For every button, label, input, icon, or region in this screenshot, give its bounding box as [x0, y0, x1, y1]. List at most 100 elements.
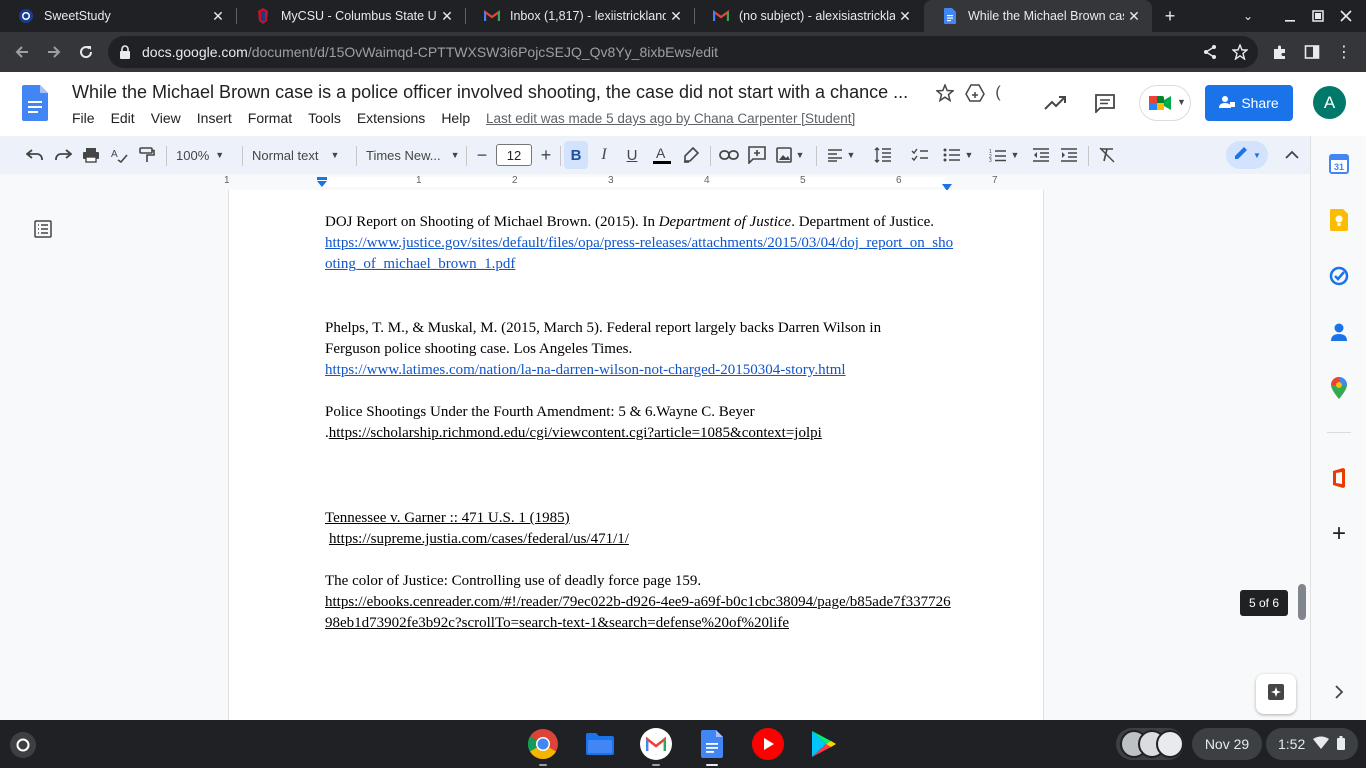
chrome-app-icon[interactable]	[527, 728, 559, 760]
spellcheck-icon[interactable]: A	[106, 141, 132, 169]
italic-button[interactable]: I	[592, 141, 616, 169]
google-tasks-icon[interactable]	[1327, 264, 1351, 288]
google-docs-app-icon[interactable]	[696, 728, 728, 760]
date-tray[interactable]: Nov 29	[1192, 728, 1262, 760]
tab-sweetstudy[interactable]: SweetStudy ✕	[0, 0, 236, 32]
document-outline-icon[interactable]	[34, 220, 52, 243]
redo-icon[interactable]	[50, 141, 76, 169]
youtube-app-icon[interactable]	[752, 728, 784, 760]
tab-google-doc[interactable]: While the Michael Brown case ✕	[924, 0, 1152, 32]
reference-case-title[interactable]: Tennessee v. Garner :: 471 U.S. 1 (1985)	[325, 510, 570, 526]
tab-search-chevron-icon[interactable]: ⌄	[1234, 0, 1262, 32]
tab-gmail-inbox[interactable]: Inbox (1,817) - lexiistrickland@ ✕	[466, 0, 694, 32]
clear-formatting-icon[interactable]	[1094, 141, 1120, 169]
holding-space-previews[interactable]	[1116, 728, 1184, 760]
decrease-font-size-button[interactable]: −	[472, 141, 492, 169]
side-panel-icon[interactable]	[1298, 38, 1326, 66]
menu-help[interactable]: Help	[441, 110, 470, 126]
share-page-icon[interactable]	[1196, 38, 1224, 66]
google-keep-icon[interactable]	[1327, 208, 1351, 232]
insert-link-icon[interactable]	[716, 141, 742, 169]
new-tab-button[interactable]: +	[1156, 0, 1184, 32]
reload-icon[interactable]	[72, 38, 100, 66]
menu-tools[interactable]: Tools	[308, 110, 341, 126]
last-edit-link[interactable]: Last edit was made 5 days ago by Chana C…	[486, 111, 855, 126]
star-icon[interactable]	[934, 82, 956, 104]
menu-extensions[interactable]: Extensions	[357, 110, 425, 126]
line-spacing-icon[interactable]	[870, 141, 896, 169]
highlight-pen-icon[interactable]	[678, 141, 704, 169]
tab-mycsu[interactable]: MyCSU - Columbus State Univ ✕	[237, 0, 465, 32]
decrease-indent-icon[interactable]	[1028, 141, 1054, 169]
increase-indent-icon[interactable]	[1056, 141, 1082, 169]
activity-trend-icon[interactable]	[1042, 90, 1068, 116]
reference-link[interactable]: https://ebooks.cenreader.com/#!/reader/7…	[325, 594, 951, 631]
back-arrow-icon[interactable]	[8, 38, 36, 66]
underline-button[interactable]: U	[620, 141, 644, 169]
close-window-button[interactable]	[1332, 0, 1360, 32]
vertical-scrollbar-thumb[interactable]	[1298, 584, 1306, 620]
launcher-icon[interactable]	[10, 732, 36, 758]
explore-button[interactable]	[1256, 674, 1296, 714]
close-tab-icon[interactable]: ✕	[437, 8, 457, 25]
reference-link[interactable]: https://scholarship.richmond.edu/cgi/vie…	[329, 425, 822, 441]
google-docs-logo-icon[interactable]	[22, 85, 48, 126]
comments-icon[interactable]	[1092, 90, 1118, 116]
get-addons-plus-icon[interactable]: +	[1327, 520, 1351, 547]
cloud-status-icon[interactable]: (	[992, 82, 1004, 104]
move-to-drive-icon[interactable]	[964, 82, 986, 104]
menu-view[interactable]: View	[151, 110, 181, 126]
paragraph-style-select[interactable]: Normal text ▼	[252, 141, 348, 169]
increase-font-size-button[interactable]: +	[536, 141, 556, 169]
files-app-icon[interactable]	[584, 728, 616, 760]
menu-format[interactable]: Format	[248, 110, 292, 126]
google-calendar-icon[interactable]: 31	[1327, 152, 1351, 176]
editing-mode-button[interactable]: ▼	[1226, 141, 1268, 169]
reference-link[interactable]: https://supreme.justia.com/cases/federal…	[325, 531, 629, 547]
account-avatar[interactable]: A	[1313, 86, 1346, 119]
play-store-app-icon[interactable]	[808, 728, 840, 760]
url-omnibox[interactable]: docs.google.com/document/d/15OvWaimqd-CP…	[108, 36, 1258, 68]
undo-icon[interactable]	[22, 141, 48, 169]
font-family-select[interactable]: Times New... ▼	[366, 141, 462, 169]
bold-button[interactable]: B	[564, 141, 588, 169]
menu-edit[interactable]: Edit	[111, 110, 135, 126]
gmail-app-icon[interactable]	[640, 728, 672, 760]
tab-gmail-message[interactable]: (no subject) - alexisiastricklanc ✕	[695, 0, 923, 32]
zoom-select[interactable]: 100% ▼	[176, 141, 236, 169]
document-title[interactable]: While the Michael Brown case is a police…	[72, 82, 918, 103]
office-addon-icon[interactable]	[1327, 466, 1351, 490]
add-comment-icon[interactable]	[744, 141, 770, 169]
forward-arrow-icon[interactable]	[40, 38, 68, 66]
checklist-icon[interactable]	[906, 141, 934, 169]
document-page[interactable]: DOJ Report on Shooting of Michael Brown.…	[228, 190, 1044, 720]
bulleted-list-icon[interactable]: ▼	[938, 141, 978, 169]
menu-insert[interactable]: Insert	[197, 110, 232, 126]
text-color-icon[interactable]: A	[650, 141, 674, 169]
share-button[interactable]: Share	[1205, 85, 1293, 121]
close-tab-icon[interactable]: ✕	[1124, 8, 1144, 25]
menu-file[interactable]: File	[72, 110, 95, 126]
extensions-puzzle-icon[interactable]	[1266, 38, 1294, 66]
close-tab-icon[interactable]: ✕	[895, 8, 915, 25]
insert-image-icon[interactable]: ▼	[772, 141, 808, 169]
paint-format-icon[interactable]	[134, 141, 160, 169]
browser-menu-icon[interactable]: ⋮	[1330, 38, 1358, 66]
status-tray[interactable]: 1:52	[1266, 728, 1358, 760]
bookmark-star-icon[interactable]	[1226, 38, 1254, 66]
print-icon[interactable]	[78, 141, 104, 169]
google-contacts-icon[interactable]	[1327, 320, 1351, 344]
google-maps-icon[interactable]	[1327, 376, 1351, 400]
minimize-window-button[interactable]	[1276, 0, 1304, 32]
align-icon[interactable]: ▼	[824, 141, 858, 169]
close-tab-icon[interactable]: ✕	[666, 8, 686, 25]
meet-button[interactable]: ▼	[1139, 85, 1191, 121]
reference-link[interactable]: https://www.latimes.com/nation/la-na-dar…	[325, 362, 846, 378]
show-side-panel-chevron-icon[interactable]	[1327, 680, 1351, 704]
close-tab-icon[interactable]: ✕	[208, 8, 228, 25]
numbered-list-icon[interactable]: 123 ▼	[984, 141, 1024, 169]
font-size-input[interactable]: 12	[496, 144, 532, 166]
reference-link[interactable]: https://www.justice.gov/sites/default/fi…	[325, 235, 953, 272]
restore-window-button[interactable]	[1304, 0, 1332, 32]
hide-menus-chevron-icon[interactable]	[1280, 141, 1304, 169]
